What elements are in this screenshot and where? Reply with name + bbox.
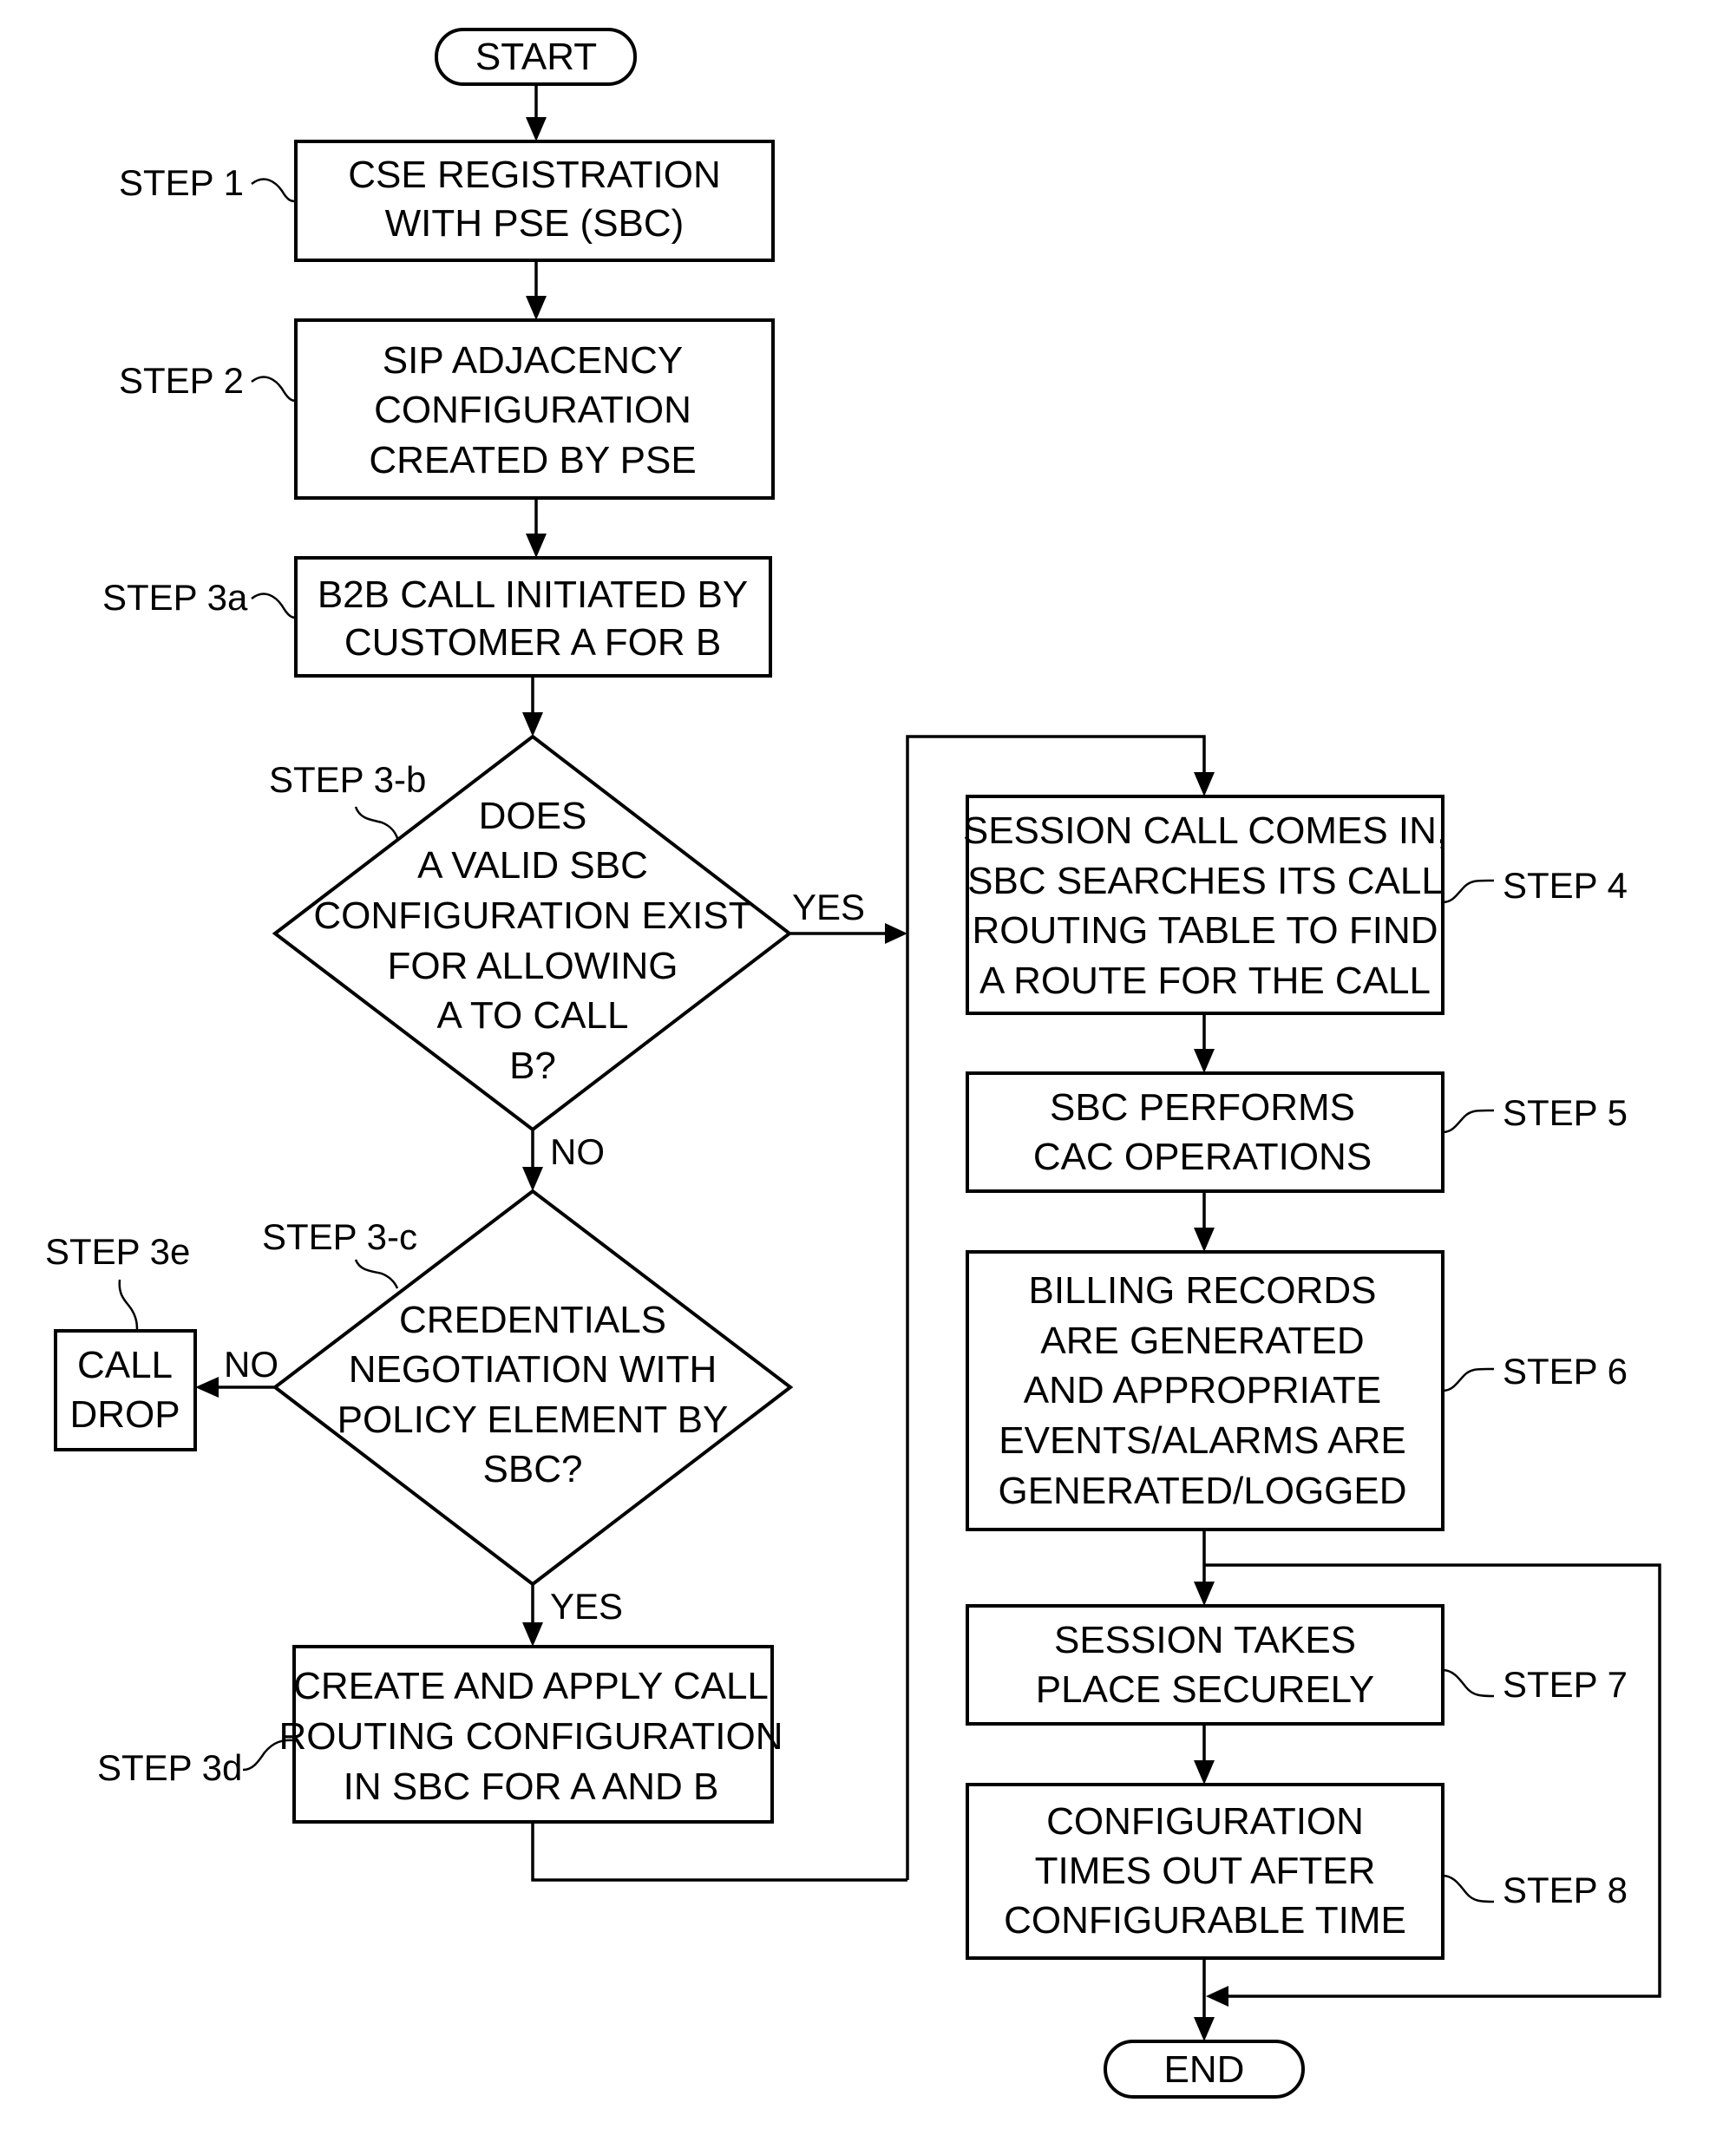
step3c-line: SBC? xyxy=(483,1448,583,1490)
arrowhead-icon xyxy=(1194,1760,1215,1785)
step6-line: EVENTS/ALARMS ARE xyxy=(999,1419,1405,1462)
step3a-label: STEP 3a xyxy=(102,577,248,618)
edge-label-step3b-yes: YES xyxy=(792,887,865,927)
step6-line: GENERATED/LOGGED xyxy=(998,1470,1406,1512)
arrowhead-icon xyxy=(522,712,543,737)
arrowhead-icon xyxy=(1194,1049,1215,1073)
step3a-box: B2B CALL INITIATED BY CUSTOMER A FOR B xyxy=(294,556,772,678)
step3d-box: CREATE AND APPLY CALL ROUTING CONFIGURAT… xyxy=(279,1645,783,1824)
arrowhead-icon xyxy=(1206,1986,1228,2007)
step3b-line: DOES xyxy=(479,795,587,837)
step3b-line: A TO CALL xyxy=(437,994,629,1037)
step3b-line: B? xyxy=(509,1045,556,1087)
step3b-line: CONFIGURATION EXIST xyxy=(313,894,751,937)
leader-curve xyxy=(354,1259,399,1289)
step3a-line: B2B CALL INITIATED BY xyxy=(318,573,748,616)
step3e-line: CALL xyxy=(77,1344,173,1386)
step2-line: SIP ADJACENCY xyxy=(383,339,683,382)
terminal-start: START xyxy=(435,28,637,86)
step3b-line: A VALID SBC xyxy=(417,844,648,887)
edge-label-step3c-no: NO xyxy=(224,1344,278,1385)
step8-line: CONFIGURATION xyxy=(1046,1800,1364,1843)
step7-label: STEP 7 xyxy=(1503,1664,1628,1705)
flowchart: START END CSE REGISTRATION WITH PSE (SBC… xyxy=(45,28,1661,2099)
arrowhead-icon xyxy=(885,923,907,944)
leader-curve xyxy=(251,178,297,203)
step1-line: WITH PSE (SBC) xyxy=(385,202,685,245)
leader-curve xyxy=(1442,1367,1495,1392)
leader-curve xyxy=(1442,879,1495,904)
edge-step3d-to-connector xyxy=(531,1822,907,1882)
step6-box: BILLING RECORDS ARE GENERATED AND APPROP… xyxy=(966,1250,1444,1531)
step4-line: SESSION CALL COMES IN, xyxy=(963,809,1447,852)
step3c-line: CREDENTIALS xyxy=(399,1299,666,1341)
arrowhead-icon xyxy=(526,296,547,320)
leader-curve xyxy=(1442,1874,1495,1903)
step5-label: STEP 5 xyxy=(1503,1092,1628,1133)
terminal-end-label: END xyxy=(1164,2048,1245,2091)
leader-curve xyxy=(1442,1109,1495,1134)
step3c-label: STEP 3-c xyxy=(262,1216,417,1257)
arrowhead-icon xyxy=(522,1167,543,1191)
leader-curve xyxy=(1442,1668,1495,1698)
step8-line: TIMES OUT AFTER xyxy=(1035,1850,1376,1892)
terminal-end: END xyxy=(1104,2040,1305,2099)
step8-label: STEP 8 xyxy=(1503,1870,1628,1910)
step3e-box: CALL DROP xyxy=(54,1329,197,1451)
arrowhead-icon xyxy=(522,1622,543,1647)
step7-line: SESSION TAKES xyxy=(1054,1619,1356,1661)
step5-box: SBC PERFORMS CAC OPERATIONS xyxy=(966,1071,1444,1193)
arrowhead-icon xyxy=(1194,2017,1215,2041)
arrowhead-icon xyxy=(1194,1582,1215,1606)
leader-curve xyxy=(118,1279,139,1332)
step3d-line: ROUTING CONFIGURATION xyxy=(279,1715,783,1758)
step1-line: CSE REGISTRATION xyxy=(348,154,720,196)
arrowhead-icon xyxy=(195,1377,219,1398)
step6-line: AND APPROPRIATE xyxy=(1024,1369,1381,1412)
step4-label: STEP 4 xyxy=(1503,865,1628,906)
step3b-line: FOR ALLOWING xyxy=(388,945,678,987)
step3a-line: CUSTOMER A FOR B xyxy=(344,621,721,664)
step3e-label: STEP 3e xyxy=(45,1231,190,1272)
arrowhead-icon xyxy=(526,534,547,558)
arrowhead-icon xyxy=(1194,1228,1215,1252)
leader-curve xyxy=(251,376,297,403)
step8-line: CONFIGURABLE TIME xyxy=(1004,1899,1406,1942)
step4-line: A ROUTE FOR THE CALL xyxy=(979,960,1431,1002)
step3d-line: IN SBC FOR A AND B xyxy=(344,1765,719,1808)
step5-line: SBC PERFORMS xyxy=(1050,1086,1355,1129)
step1-label: STEP 1 xyxy=(119,162,244,203)
step8-box: CONFIGURATION TIMES OUT AFTER CONFIGURAB… xyxy=(966,1783,1444,1960)
arrowhead-icon xyxy=(1194,772,1215,796)
step6-line: ARE GENERATED xyxy=(1040,1320,1364,1362)
edge-label-step3c-yes: YES xyxy=(550,1586,623,1627)
edge-label-step3b-no: NO xyxy=(550,1131,605,1172)
step3b-label: STEP 3-b xyxy=(269,759,426,800)
step3e-line: DROP xyxy=(69,1393,180,1436)
step4-line: SBC SEARCHES ITS CALL xyxy=(967,860,1443,902)
step6-line: BILLING RECORDS xyxy=(1029,1269,1377,1312)
step7-line: PLACE SECURELY xyxy=(1036,1668,1374,1711)
step3c-line: POLICY ELEMENT BY xyxy=(337,1399,729,1441)
step3c-line: NEGOTIATION WITH xyxy=(349,1348,717,1391)
step3d-label: STEP 3d xyxy=(97,1747,242,1788)
terminal-start-label: START xyxy=(475,36,597,78)
arrowhead-icon xyxy=(526,117,547,141)
step1-box: CSE REGISTRATION WITH PSE (SBC) xyxy=(294,140,775,262)
step2-line: CREATED BY PSE xyxy=(369,439,696,481)
step2-box: SIP ADJACENCY CONFIGURATION CREATED BY P… xyxy=(294,318,775,500)
step4-box: SESSION CALL COMES IN, SBC SEARCHES ITS … xyxy=(963,795,1447,1015)
step3d-line: CREATE AND APPLY CALL xyxy=(293,1665,769,1707)
leader-curve xyxy=(251,593,297,619)
step2-label: STEP 2 xyxy=(119,360,244,401)
step4-line: ROUTING TABLE TO FIND xyxy=(972,909,1438,952)
step2-line: CONFIGURATION xyxy=(374,389,691,431)
leader-curve xyxy=(354,806,399,839)
step7-box: SESSION TAKES PLACE SECURELY xyxy=(966,1604,1444,1726)
step6-label: STEP 6 xyxy=(1503,1351,1628,1392)
step5-line: CAC OPERATIONS xyxy=(1033,1136,1372,1178)
